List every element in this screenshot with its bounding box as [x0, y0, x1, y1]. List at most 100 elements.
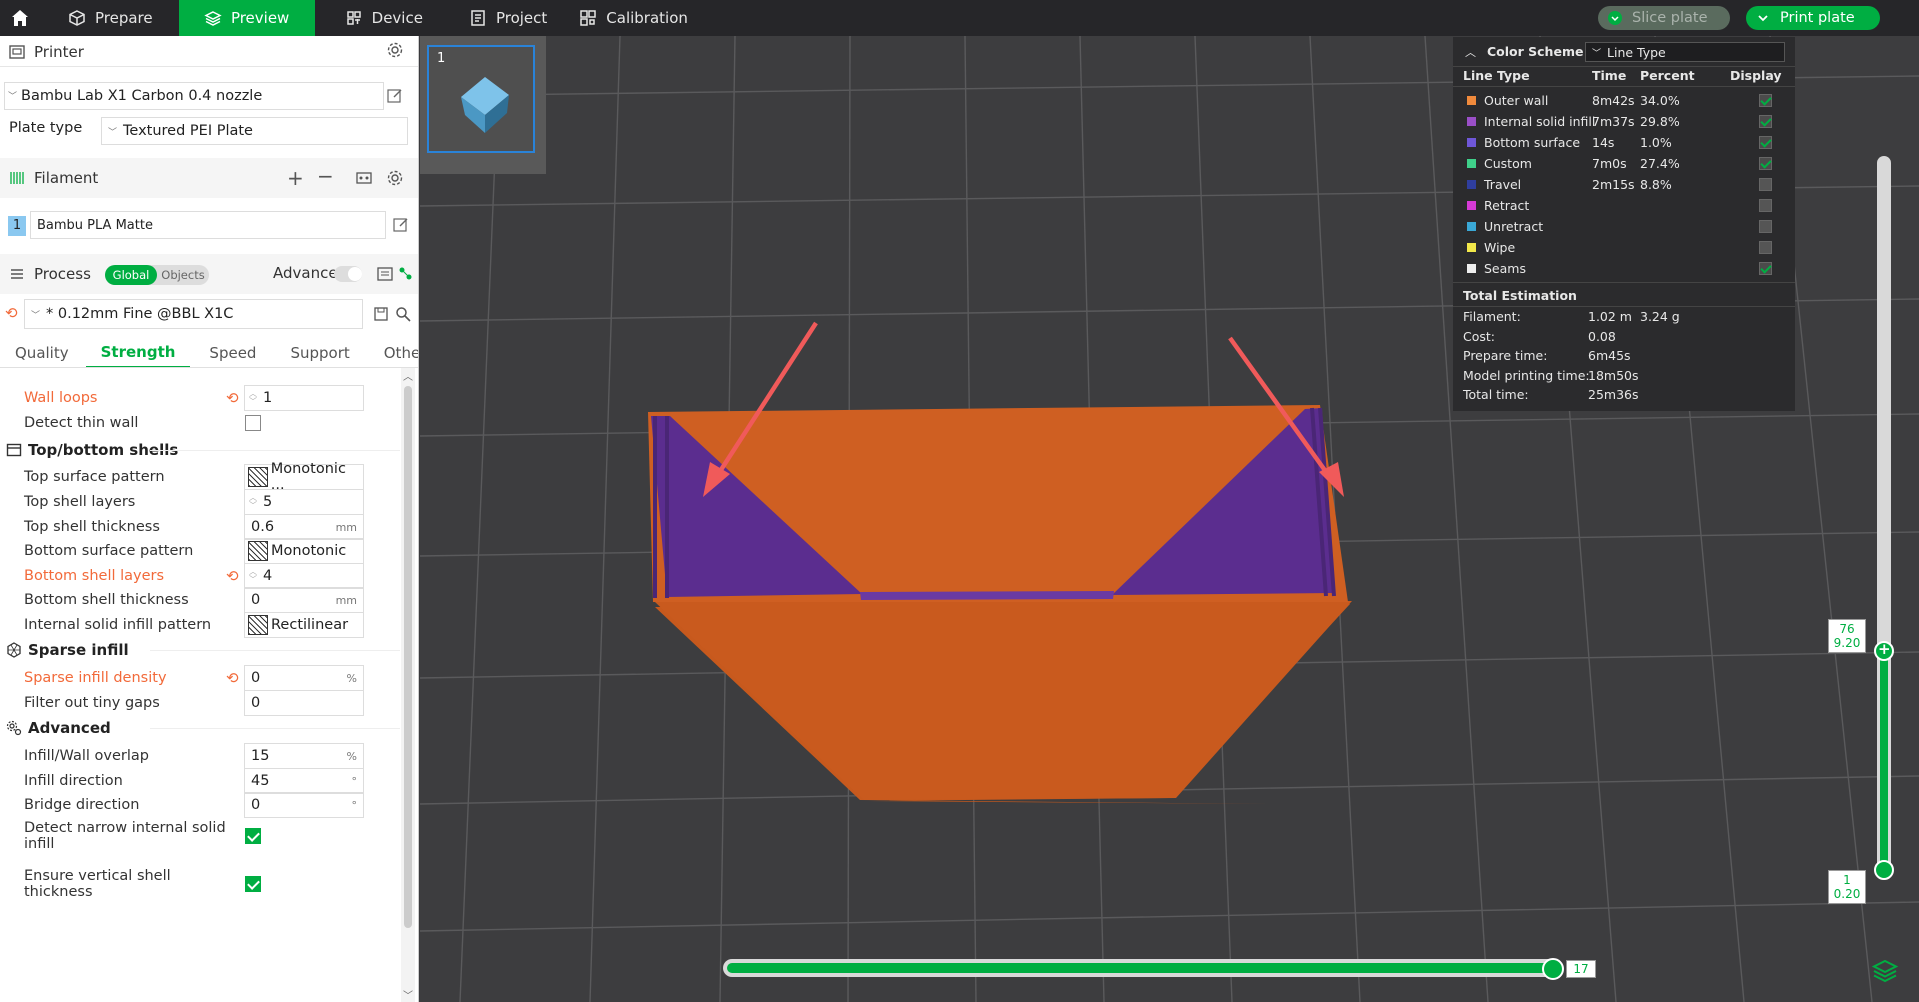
line-type-name: Outer wall — [1484, 93, 1549, 108]
reset-icon[interactable]: ⟲ — [226, 669, 239, 687]
ams-sync-icon[interactable] — [355, 169, 373, 187]
tab-others[interactable]: Others — [369, 338, 418, 368]
spin-arrows-icon[interactable]: ︿ ﹀ — [249, 568, 257, 584]
top-shell-layers-input[interactable]: ︿ ﹀ 5 — [244, 489, 364, 515]
scroll-up-icon[interactable]: ︿ — [403, 368, 413, 383]
settings-scrollbar[interactable]: ︿ ﹀ — [401, 368, 415, 1002]
objects-toggle-option[interactable]: Objects — [157, 265, 209, 285]
display-checkbox[interactable] — [1759, 220, 1772, 233]
plate-type-select[interactable]: ﹀ Textured PEI Plate — [101, 117, 408, 145]
detect-thin-wall-label: Detect thin wall — [24, 415, 139, 431]
col-line-type: Line Type — [1463, 68, 1530, 83]
display-checkbox[interactable] — [1759, 115, 1772, 128]
estimation-key: Filament: — [1463, 309, 1521, 324]
legend-row: Unretract — [1453, 216, 1795, 237]
spin-arrows-icon[interactable]: ︿ ﹀ — [249, 494, 257, 510]
slice-plate-button[interactable]: Slice plate — [1598, 6, 1730, 30]
divider — [1453, 86, 1795, 87]
tab-speed[interactable]: Speed — [194, 338, 271, 368]
filament-settings-gear-icon[interactable] — [386, 169, 404, 187]
layer-slider[interactable] — [1877, 156, 1891, 872]
wall-loops-value: 1 — [263, 390, 273, 406]
estimation-key: Cost: — [1463, 328, 1496, 344]
display-checkbox[interactable] — [1759, 262, 1772, 275]
filament-select[interactable]: Bambu PLA Matte — [30, 211, 386, 239]
reset-icon[interactable]: ⟲ — [226, 567, 239, 585]
tab-device-label: Device — [371, 9, 423, 27]
filter-tiny-gaps-input[interactable]: 0 — [244, 690, 364, 716]
display-checkbox[interactable] — [1759, 157, 1772, 170]
bottom-shell-thickness-input[interactable]: 0 mm — [244, 587, 364, 613]
edit-icon[interactable] — [392, 216, 410, 234]
layer-slider-top-handle[interactable]: + — [1874, 640, 1894, 661]
reset-profile-icon[interactable]: ⟲ — [5, 304, 18, 322]
tab-strength[interactable]: Strength — [85, 338, 191, 368]
ensure-vertical-shell-checkbox[interactable] — [245, 876, 261, 892]
global-objects-toggle[interactable]: Global Objects — [105, 265, 209, 285]
display-checkbox[interactable] — [1759, 136, 1772, 149]
save-icon[interactable] — [372, 305, 390, 323]
cube-thumbnail-icon — [461, 77, 509, 133]
layer-slider-bottom-handle[interactable] — [1874, 860, 1894, 880]
line-type-percent: 29.8% — [1640, 114, 1680, 129]
label-line-1: Ensure vertical shell — [24, 868, 171, 884]
printer-settings-gear-icon[interactable] — [386, 41, 404, 59]
color-scheme-select[interactable]: ﹀ Line Type — [1585, 42, 1785, 62]
internal-solid-infill-pattern-select[interactable]: Rectilinear — [244, 612, 364, 638]
move-slider-handle[interactable] — [1542, 958, 1564, 980]
edit-icon[interactable] — [386, 87, 404, 105]
layer-view-icon[interactable] — [1872, 958, 1898, 984]
pattern-icon — [248, 541, 268, 561]
sparse-infill-density-input[interactable]: 0% — [244, 665, 364, 691]
tab-project-label: Project — [495, 9, 548, 27]
detect-narrow-internal-label: Detect narrow internal solid infill — [24, 820, 226, 852]
wall-loops-input[interactable]: ︿ ﹀ 1 — [244, 385, 364, 411]
printer-select[interactable]: ﹀ Bambu Lab X1 Carbon 0.4 nozzle — [4, 82, 384, 110]
bottom-surface-pattern-select[interactable]: Monotonic — [244, 538, 364, 564]
detect-narrow-internal-checkbox[interactable] — [245, 828, 261, 844]
detect-thin-wall-checkbox[interactable] — [245, 415, 261, 431]
tab-preview[interactable]: Preview — [178, 0, 315, 36]
display-checkbox[interactable] — [1759, 241, 1772, 254]
top-surface-pattern-select[interactable]: Monotonic ... — [244, 461, 364, 493]
bridge-direction-input[interactable]: 0 ° — [244, 792, 364, 818]
multicolor-icon[interactable] — [397, 265, 415, 283]
plate-number: 1 — [437, 51, 446, 66]
tab-calibration[interactable]: Calibration — [563, 0, 704, 36]
remove-filament-button[interactable]: − — [317, 164, 334, 188]
top-shell-thickness-label: Top shell thickness — [24, 519, 160, 535]
infill-wall-overlap-input[interactable]: 15% — [244, 743, 364, 769]
process-profile-select[interactable]: ﹀ * 0.12mm Fine @BBL X1C — [24, 299, 363, 329]
advance-toggle[interactable] — [334, 266, 362, 282]
infill-wall-overlap-label: Infill/Wall overlap — [24, 748, 149, 764]
display-checkbox[interactable] — [1759, 178, 1772, 191]
estimation-row: Cost: 0.08 — [1453, 329, 1795, 348]
tab-device[interactable]: Device — [329, 0, 439, 36]
display-checkbox[interactable] — [1759, 94, 1772, 107]
top-bottom-shells-heading: Top/bottom shells — [28, 441, 179, 459]
group-advanced: Advanced — [0, 715, 400, 741]
collapse-chevron-icon[interactable]: ︿ — [1465, 44, 1476, 60]
reset-icon[interactable]: ⟲ — [226, 389, 239, 407]
scrollbar-thumb[interactable] — [404, 386, 412, 928]
display-checkbox[interactable] — [1759, 199, 1772, 212]
tab-prepare[interactable]: Prepare — [52, 0, 169, 36]
tab-project[interactable]: Project — [453, 0, 563, 36]
plate-thumbnail[interactable]: 1 — [427, 45, 535, 153]
tab-support[interactable]: Support — [275, 338, 364, 368]
add-filament-button[interactable]: + — [287, 166, 304, 190]
print-plate-button[interactable]: Print plate — [1746, 6, 1880, 30]
line-type-swatch — [1467, 201, 1476, 210]
spin-arrows-icon[interactable]: ︿ ﹀ — [249, 390, 257, 406]
global-toggle-option[interactable]: Global — [105, 265, 157, 285]
search-icon[interactable] — [394, 305, 412, 323]
compare-icon[interactable] — [376, 265, 394, 283]
home-button[interactable] — [0, 0, 40, 36]
filament-slot-badge[interactable]: 1 — [8, 216, 26, 236]
scroll-down-icon[interactable]: ﹀ — [403, 987, 413, 1002]
move-slider[interactable] — [723, 959, 1559, 977]
line-type-name: Internal solid infill — [1484, 114, 1596, 129]
process-heading: Process — [34, 265, 91, 283]
chevron-down-icon: ﹀ — [108, 127, 118, 138]
tab-quality[interactable]: Quality — [0, 338, 84, 368]
